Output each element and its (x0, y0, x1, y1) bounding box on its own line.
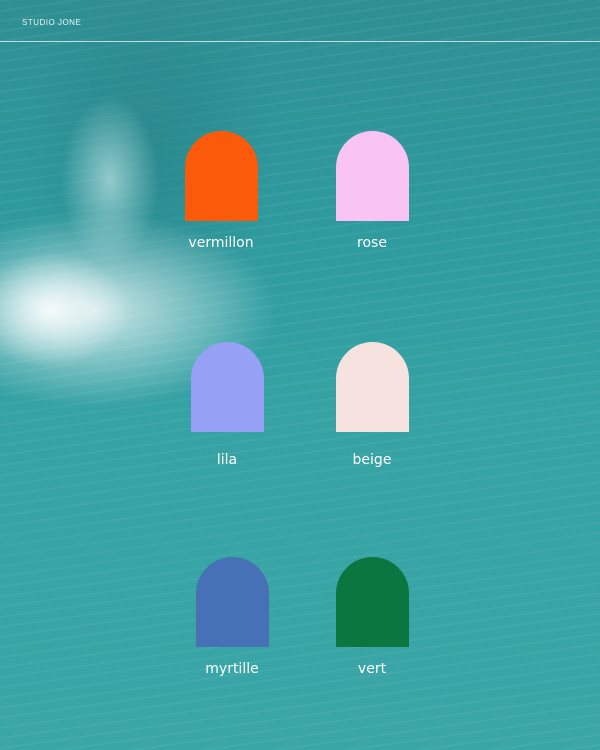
swatch-color (335, 131, 409, 221)
swatch-beige: beige (312, 342, 432, 468)
top-divider (0, 41, 600, 42)
swatch-label: myrtille (205, 661, 259, 677)
swatch-rose: rose (312, 131, 432, 251)
swatch-label: vermillon (188, 235, 254, 251)
swatch-color (190, 342, 264, 432)
swatch-myrtille: myrtille (172, 557, 292, 677)
swatch-lila: lila (167, 342, 287, 468)
swatch-label: rose (357, 235, 387, 251)
swatch-color (195, 557, 269, 647)
brand-name: STUDIO JONE (22, 18, 82, 27)
swatch-label: vert (357, 661, 387, 677)
swatch-label: lila (216, 452, 238, 468)
palette-page: STUDIO JONE vermillon rose lila beige my… (0, 0, 600, 750)
swatch-color (184, 131, 258, 221)
swatch-vermillon: vermillon (161, 131, 281, 251)
swatch-label: beige (352, 452, 392, 468)
swatch-color (335, 557, 409, 647)
swatch-vert: vert (312, 557, 432, 677)
swatch-color (335, 342, 409, 432)
